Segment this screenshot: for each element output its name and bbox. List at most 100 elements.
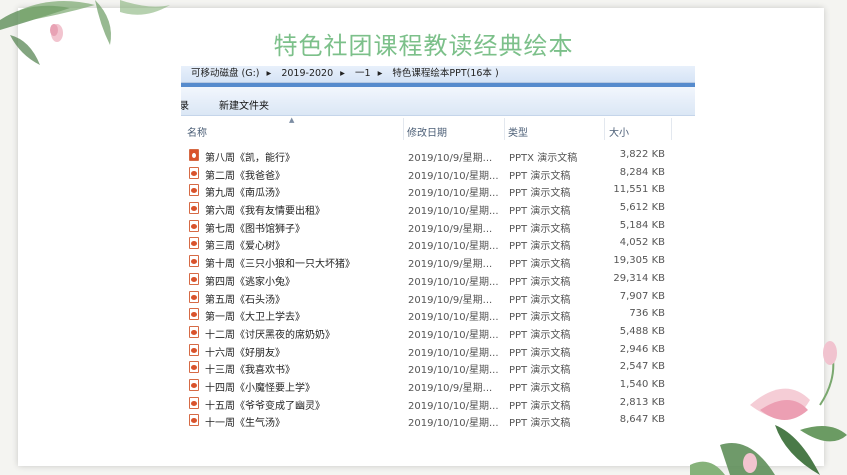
slide-title: 特色社团课程教读经典绘本 — [273, 32, 574, 60]
file-row[interactable]: 十六周《好朋友》 2019/10/10/星期... PPT 演示文稿 2,946 KB — [181, 341, 695, 359]
file-size: 19,305 KB — [613, 255, 665, 267]
powerpoint-file-icon — [189, 378, 199, 391]
column-header-date[interactable]: 修改日期 — [407, 124, 447, 139]
file-date: 2019/10/9/星期... — [408, 382, 493, 394]
file-row[interactable]: 第二周《我爸爸》 2019/10/10/星期... PPT 演示文稿 8,284 KB — [181, 164, 695, 182]
file-size: 8,647 KB — [619, 414, 665, 426]
file-date: 2019/10/10/星期... — [408, 418, 499, 430]
file-row[interactable]: 十三周《我喜欢书》 2019/10/10/星期... PPT 演示文稿 2,547 K… — [181, 358, 695, 376]
file-name: 十一周《生气汤》 — [205, 418, 285, 430]
file-row[interactable]: 第一周《大卫上学去》 2019/10/10/星期... PPT 演示文稿 736 KB — [181, 305, 695, 323]
file-type: PPT 演示文稿 — [509, 206, 571, 218]
file-type: PPT 演示文稿 — [509, 294, 571, 306]
file-type: PPT 演示文稿 — [509, 382, 571, 394]
file-row[interactable]: 第九周《南瓜汤》 2019/10/10/星期... PPT 演示文稿 11,551 K… — [181, 181, 695, 199]
file-date: 2019/10/9/星期... — [408, 259, 493, 271]
powerpoint-file-icon — [189, 255, 199, 268]
file-list: 第八周《凯，能行》 2019/10/9/星期... PPTX 演示文稿 3,822 K… — [181, 146, 695, 429]
file-size: 7,907 KB — [619, 290, 665, 302]
toolbar-accent-band — [181, 83, 695, 87]
file-date: 2019/10/9/星期... — [408, 294, 493, 306]
file-type: PPT 演示文稿 — [509, 259, 571, 271]
flower-decoration-icon — [690, 341, 847, 475]
toolbar: 刻录 新建文件夹 — [181, 83, 695, 116]
burn-button[interactable]: 刻录 — [181, 97, 189, 112]
file-type: PPT 演示文稿 — [509, 170, 571, 182]
file-type: PPT 演示文稿 — [509, 365, 571, 377]
file-row[interactable]: 第十周《三只小狼和一只大坏猪》 2019/10/9/星期... PPT 演示文稿 19… — [181, 252, 695, 270]
file-name: 第五周《石头汤》 — [205, 294, 285, 306]
file-row[interactable]: 第七周《图书馆狮子》 2019/10/9/星期... PPT 演示文稿 5,184 K… — [181, 217, 695, 235]
file-date: 2019/10/10/星期... — [408, 206, 499, 218]
file-date: 2019/10/9/星期... — [408, 223, 493, 235]
address-path-drive[interactable]: 可移动磁盘 (G:) — [191, 68, 260, 79]
column-divider[interactable] — [671, 118, 672, 140]
file-row[interactable]: 第五周《石头汤》 2019/10/9/星期... PPT 演示文稿 7,907 KB — [181, 288, 695, 306]
powerpoint-file-icon — [189, 361, 199, 374]
column-divider[interactable] — [604, 118, 605, 140]
file-date: 2019/10/10/星期... — [408, 276, 499, 288]
file-name: 第七周《图书馆狮子》 — [205, 223, 305, 235]
file-row[interactable]: 第四周《逃家小兔》 2019/10/10/星期... PPT 演示文稿 29,314 … — [181, 270, 695, 288]
powerpoint-file-icon — [189, 308, 199, 321]
file-size: 1,540 KB — [619, 378, 665, 390]
file-name: 第九周《南瓜汤》 — [205, 188, 285, 200]
file-size: 5,612 KB — [619, 202, 665, 214]
powerpoint-file-icon — [189, 149, 199, 161]
file-type: PPT 演示文稿 — [509, 400, 571, 412]
address-path-class[interactable]: 一1 — [355, 68, 371, 79]
powerpoint-file-icon — [189, 272, 199, 285]
file-date: 2019/10/9/星期... — [408, 153, 493, 164]
file-type: PPT 演示文稿 — [509, 329, 571, 341]
sort-arrow-icon: ▲ — [289, 116, 295, 124]
file-date: 2019/10/10/星期... — [408, 400, 499, 412]
file-row[interactable]: 第八周《凯，能行》 2019/10/9/星期... PPTX 演示文稿 3,822 K… — [181, 146, 695, 164]
powerpoint-file-icon — [189, 219, 199, 232]
powerpoint-file-icon — [189, 396, 199, 409]
column-header-type[interactable]: 类型 — [508, 124, 528, 139]
file-name: 十四周《小魔怪要上学》 — [205, 382, 315, 394]
file-name: 第八周《凯，能行》 — [205, 153, 295, 164]
file-name: 第四周《逃家小兔》 — [205, 276, 295, 288]
file-type: PPT 演示文稿 — [509, 241, 571, 253]
file-name: 第一周《大卫上学去》 — [205, 312, 305, 324]
file-type: PPTX 演示文稿 — [509, 153, 578, 164]
file-date: 2019/10/10/星期... — [408, 241, 499, 253]
powerpoint-file-icon — [189, 184, 199, 197]
file-name: 十六周《好朋友》 — [205, 347, 285, 359]
column-divider[interactable] — [403, 118, 404, 140]
file-row[interactable]: 十五周《爷爷变成了幽灵》 2019/10/10/星期... PPT 演示文稿 2,81… — [181, 394, 695, 412]
file-type: PPT 演示文稿 — [509, 276, 571, 288]
address-path-folder[interactable]: 特色课程绘本PPT(16本 ) — [392, 68, 498, 79]
file-name: 第二周《我爸爸》 — [205, 170, 285, 182]
address-bar[interactable]: 可移动磁盘 (G:) ▸ 2019-2020 ▸ 一1 ▸ 特色课程绘本PPT(… — [181, 66, 695, 83]
file-size: 2,547 KB — [619, 361, 665, 373]
file-type: PPT 演示文稿 — [509, 312, 571, 324]
powerpoint-file-icon — [189, 414, 199, 427]
file-name: 第六周《我有友情要出租》 — [205, 206, 325, 218]
file-size: 11,551 KB — [613, 184, 665, 196]
file-name: 十三周《我喜欢书》 — [205, 365, 295, 377]
powerpoint-file-icon — [189, 166, 199, 179]
address-path-year[interactable]: 2019-2020 — [281, 68, 333, 79]
file-row[interactable]: 十一周《生气汤》 2019/10/10/星期... PPT 演示文稿 8,647 KB — [181, 411, 695, 429]
powerpoint-file-icon — [189, 237, 199, 250]
chevron-right-icon: ▸ — [377, 68, 383, 79]
column-header-size[interactable]: 大小 — [609, 124, 629, 139]
file-date: 2019/10/10/星期... — [408, 188, 499, 200]
file-date: 2019/10/10/星期... — [408, 365, 499, 377]
column-header: ▲ 名称 修改日期 类型 大小 — [181, 116, 695, 140]
column-header-name[interactable]: 名称 — [187, 124, 207, 139]
column-divider[interactable] — [504, 118, 505, 140]
file-date: 2019/10/10/星期... — [408, 170, 499, 182]
file-row[interactable]: 第六周《我有友情要出租》 2019/10/10/星期... PPT 演示文稿 5,61… — [181, 199, 695, 217]
file-row[interactable]: 第三周《爱心树》 2019/10/10/星期... PPT 演示文稿 4,052 KB — [181, 234, 695, 252]
file-row[interactable]: 十四周《小魔怪要上学》 2019/10/9/星期... PPT 演示文稿 1,540 … — [181, 376, 695, 394]
new-folder-button[interactable]: 新建文件夹 — [219, 97, 269, 112]
file-type: PPT 演示文稿 — [509, 418, 571, 430]
file-name: 第三周《爱心树》 — [205, 241, 285, 253]
file-row[interactable]: 十二周《讨厌黑夜的席奶奶》 2019/10/10/星期... PPT 演示文稿 5,4… — [181, 323, 695, 341]
chevron-right-icon: ▸ — [340, 68, 345, 79]
file-name: 十五周《爷爷变成了幽灵》 — [205, 400, 325, 412]
powerpoint-file-icon — [189, 325, 199, 338]
